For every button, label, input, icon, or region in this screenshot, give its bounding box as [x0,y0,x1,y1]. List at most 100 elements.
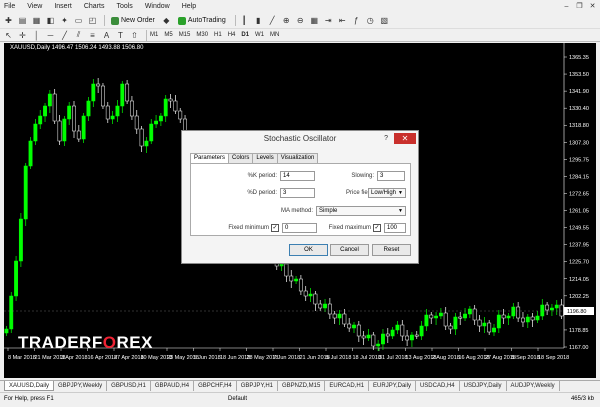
arrows-icon[interactable]: ⇧ [129,30,140,41]
price-label: 1307.30 [569,140,589,146]
restore-icon[interactable]: ❐ [575,2,584,11]
k-period-input[interactable]: 14 [280,171,315,181]
reset-button[interactable]: Reset [372,244,411,256]
market-watch-icon[interactable]: ▦ [31,15,42,26]
candle-body [385,333,390,337]
timeframe-m30[interactable]: M30 [196,32,208,38]
candle-body [482,322,487,327]
candle-body [540,304,545,317]
timeframe-m1[interactable]: M1 [150,32,158,38]
stochastic-oscillator-dialog: Stochastic Oscillator ? ✕ Parameters Col… [181,130,419,264]
chart-tab[interactable]: EURJPY,Daily [369,381,416,391]
timeframe-w1[interactable]: W1 [255,32,264,38]
candle-body [549,307,554,311]
new-chart-icon[interactable]: ✚ [3,15,14,26]
zoom-in-icon[interactable]: ⊕ [281,15,292,26]
tab-visualization[interactable]: Visualization [276,153,319,163]
candle-body [332,313,337,319]
zoom-out-icon[interactable]: ⊖ [295,15,306,26]
d-period-input[interactable]: 3 [280,188,315,198]
candle-body [279,263,284,267]
fixed-maximum-input[interactable]: 100 [384,223,406,233]
fixed-maximum-checkbox[interactable]: ✓ [373,224,381,232]
tab-colors[interactable]: Colors [228,153,254,163]
timeframe-h4[interactable]: H4 [228,32,236,38]
candle-body [366,334,371,339]
slowing-input[interactable]: 3 [377,171,405,181]
trendline-icon[interactable]: ╱ [59,30,70,41]
periods-icon[interactable]: ◷ [365,15,376,26]
candlestick-icon[interactable]: ▮ [253,15,264,26]
timeframe-d1[interactable]: D1 [241,32,249,38]
candle-body [352,324,356,329]
data-window-icon[interactable]: ◧ [45,15,56,26]
cancel-button[interactable]: Cancel [330,244,369,256]
crosshair-icon[interactable]: ✛ [17,30,28,41]
timeframe-m15[interactable]: M15 [179,32,191,38]
line-chart-icon[interactable]: ╱ [267,15,278,26]
chart-tab[interactable]: GBPUSD,H1 [107,381,151,391]
chart-tab[interactable]: GBPJPY,Weekly [54,381,108,391]
menu-charts[interactable]: Charts [84,3,105,10]
timeframe-mn[interactable]: MN [270,32,279,38]
menu-file[interactable]: File [4,3,15,10]
timeframe-m5[interactable]: M5 [164,32,172,38]
terminal-icon[interactable]: ▭ [73,15,84,26]
menu-view[interactable]: View [27,3,42,10]
autotrading-button[interactable]: AutoTrading [175,15,229,27]
metaeditor-icon[interactable]: ◆ [161,15,172,26]
menu-window[interactable]: Window [145,3,170,10]
channel-icon[interactable]: ⫽ [73,30,84,41]
dialog-close-button[interactable]: ✕ [394,133,416,144]
text-icon[interactable]: A [101,30,112,41]
ma-method-select[interactable]: Simple ▼ [316,206,406,216]
chart-tab[interactable]: USDJPY,Daily [460,381,507,391]
profiles-icon[interactable]: ▤ [17,15,28,26]
menu-help[interactable]: Help [182,3,196,10]
help-button[interactable]: ? [384,131,388,147]
chart-tab[interactable]: GBPCHF,H4 [194,381,237,391]
chart-tab[interactable]: XAUUSD,Daily [4,381,55,391]
navigator-icon[interactable]: ✦ [59,15,70,26]
templates-icon[interactable]: ▧ [379,15,390,26]
timeframe-h1[interactable]: H1 [214,32,222,38]
chart-shift-icon[interactable]: ⇤ [337,15,348,26]
horizontal-line-icon[interactable]: ─ [45,30,56,41]
auto-scroll-icon[interactable]: ⇥ [323,15,334,26]
fibonacci-icon[interactable]: ≡ [87,30,98,41]
chart-tab[interactable]: USDCAD,H4 [416,381,460,391]
minimize-icon[interactable]: – [562,2,571,11]
chart-tab[interactable]: EURCAD,H1 [325,381,370,391]
cursor-icon[interactable]: ↖ [3,30,14,41]
candle-body [14,260,19,297]
candle-body [129,100,134,117]
price-field-select[interactable]: Low/High ▼ [368,188,406,198]
chart-tab[interactable]: AUDJPY,Weekly [507,381,560,391]
fixed-minimum-label: Fixed minimum [228,225,269,231]
fixed-minimum-checkbox[interactable]: ✓ [271,224,279,232]
tile-windows-icon[interactable]: ▦ [309,15,320,26]
chart-tab[interactable]: GBPJPY,H1 [237,381,279,391]
tester-icon[interactable]: ◰ [87,15,98,26]
candle-body [511,306,516,317]
chart-tab[interactable]: GBPNZD,M15 [278,381,326,391]
candle-body [4,328,9,334]
label-icon[interactable]: T [115,30,126,41]
new-order-button[interactable]: New Order [108,15,158,27]
date-label: 7 Jun 2018 [273,355,300,361]
fixed-minimum-input[interactable]: 0 [282,223,317,233]
price-label: 1272.65 [569,191,589,197]
candle-body [506,315,511,319]
ok-button[interactable]: OK [289,244,328,256]
chart-tab[interactable]: GBPAUD,H4 [151,381,195,391]
close-icon[interactable]: ✕ [588,2,597,11]
menu-insert[interactable]: Insert [54,3,72,10]
candle-body [337,313,342,319]
bar-chart-icon[interactable]: ┃ [239,15,250,26]
menu-tools[interactable]: Tools [116,3,132,10]
vertical-line-icon[interactable]: │ [31,30,42,41]
candle-body [376,343,381,347]
tab-levels[interactable]: Levels [252,153,278,163]
candle-body [38,115,43,125]
indicators-icon[interactable]: ƒ [351,15,362,26]
